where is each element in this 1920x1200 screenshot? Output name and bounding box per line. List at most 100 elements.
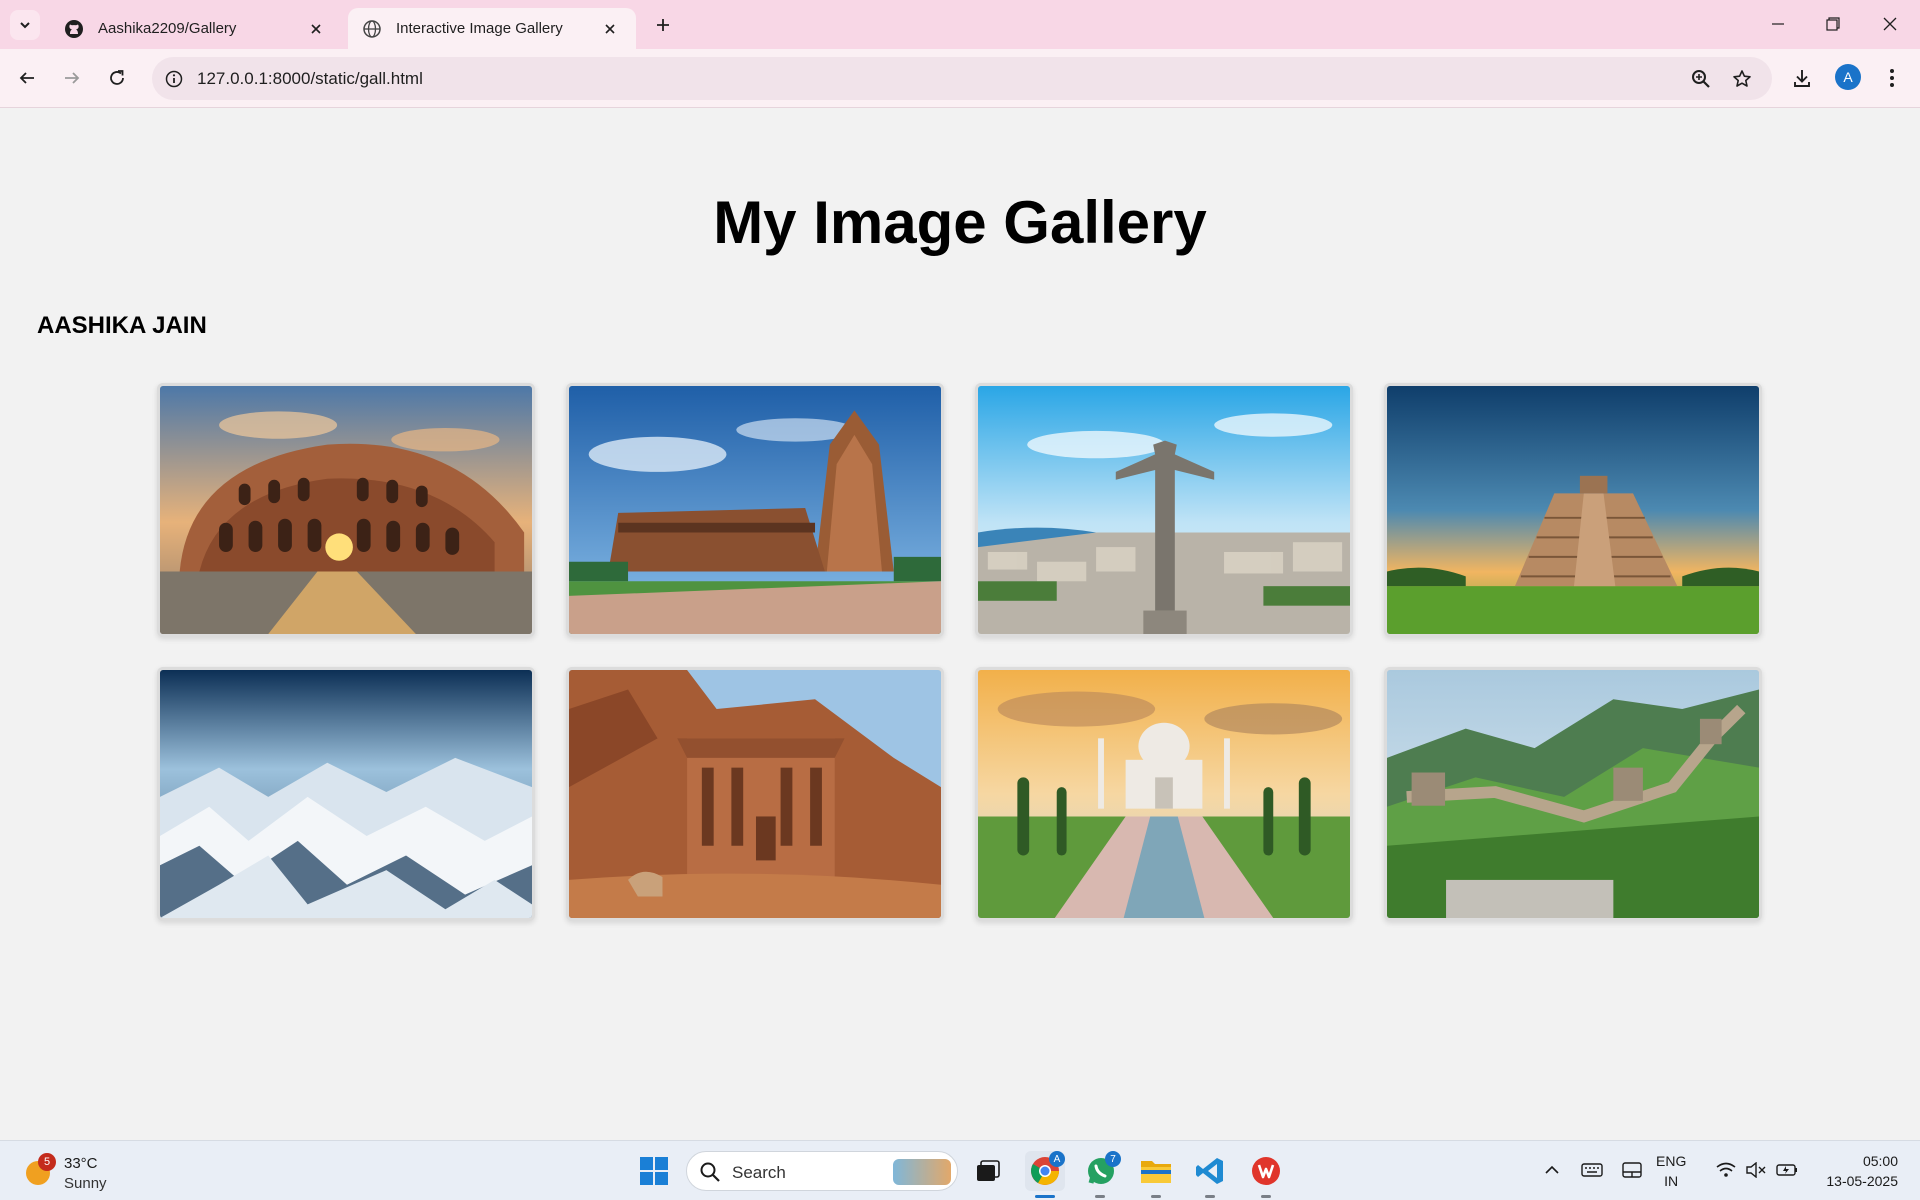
running-indicator: [1205, 1195, 1215, 1198]
github-icon: [64, 19, 84, 39]
close-tab-icon[interactable]: [304, 17, 328, 41]
great-wall-photo: [1387, 670, 1759, 918]
downloads-button[interactable]: [1786, 62, 1818, 94]
page-title: My Image Gallery: [713, 189, 1207, 256]
page-content: My Image Gallery AASHIKA JAIN: [0, 109, 1920, 1140]
vscode-icon: [1196, 1158, 1223, 1184]
whatsapp-unread-badge: 7: [1105, 1151, 1121, 1167]
minimize-icon: [1772, 23, 1784, 25]
back-button[interactable]: [11, 62, 43, 94]
keyboard-tray-icon[interactable]: [1580, 1155, 1604, 1185]
taskbar-chrome[interactable]: A: [1025, 1151, 1065, 1191]
chichen-itza-pyramid-photo: [1387, 386, 1759, 634]
download-icon: [1794, 70, 1810, 87]
gallery-image-christ-statue[interactable]: [975, 383, 1353, 637]
active-indicator: [1035, 1195, 1055, 1198]
folder-icon: [1141, 1161, 1171, 1183]
close-icon: [1883, 17, 1897, 31]
touchpad-icon: [1622, 1162, 1642, 1178]
task-view-button[interactable]: [968, 1151, 1008, 1191]
zoom-icon[interactable]: [1688, 66, 1714, 92]
reload-button[interactable]: [101, 62, 133, 94]
touchpad-tray-icon[interactable]: [1620, 1155, 1644, 1185]
windows-logo-icon: [640, 1157, 668, 1185]
show-hidden-icons-button[interactable]: [1542, 1155, 1562, 1185]
christ-statue-photo: [978, 386, 1350, 634]
browser-toolbar: 127.0.0.1:8000/static/gall.html A: [0, 49, 1920, 108]
gallery-image-petra[interactable]: [566, 667, 944, 921]
arrow-right-icon: [65, 72, 80, 84]
system-clock[interactable]: 05:00 13-05-2025: [1810, 1151, 1898, 1191]
plus-icon: [657, 19, 669, 31]
volume-tray-icon[interactable]: [1744, 1155, 1768, 1185]
profile-badge-icon: A: [1049, 1151, 1065, 1167]
search-icon: [700, 1162, 720, 1182]
volume-muted-icon: [1746, 1162, 1766, 1178]
globe-icon: [362, 19, 382, 39]
weather-temperature: 33°C: [64, 1155, 98, 1172]
restore-icon: [1826, 17, 1840, 31]
search-highlight-image: [893, 1159, 951, 1185]
battery-charging-icon: [1776, 1164, 1797, 1176]
chevron-up-icon: [1545, 1165, 1559, 1174]
wifi-tray-icon[interactable]: [1714, 1155, 1738, 1185]
taj-mahal-photo: [978, 670, 1350, 918]
profile-avatar[interactable]: A: [1835, 64, 1861, 90]
running-indicator: [1095, 1195, 1105, 1198]
gallery-image-mountains[interactable]: [157, 667, 535, 921]
gallery-image-colosseum[interactable]: [157, 383, 535, 637]
petra-monastery-photo: [569, 670, 941, 918]
chevron-down-icon: [20, 22, 30, 29]
gallery-image-great-wall[interactable]: [1384, 667, 1762, 921]
new-tab-button[interactable]: [650, 12, 676, 38]
tab-github[interactable]: Aashika2209/Gallery: [50, 8, 342, 49]
clock-time: 05:00: [1862, 1153, 1898, 1169]
tab-interactive-image-gallery[interactable]: Interactive Image Gallery: [348, 8, 636, 49]
restore-button[interactable]: [1813, 8, 1853, 40]
start-button[interactable]: [634, 1151, 674, 1191]
task-view-icon: [977, 1160, 1000, 1181]
reload-icon: [110, 70, 124, 85]
brihadeeswarar-temple-photo: [569, 386, 941, 634]
colosseum-photo: [160, 386, 532, 634]
tab-title: Interactive Image Gallery: [396, 20, 563, 37]
gallery-image-temple[interactable]: [566, 383, 944, 637]
running-indicator: [1261, 1195, 1271, 1198]
gallery-image-taj-mahal[interactable]: [975, 667, 1353, 921]
forward-button[interactable]: [56, 62, 88, 94]
more-vertical-icon: [1890, 69, 1894, 87]
windows-taskbar: 5 33°C Sunny Search A 7 ENG IN 05:00 13-…: [0, 1140, 1920, 1200]
search-placeholder: Search: [732, 1163, 786, 1182]
clock-date: 13-05-2025: [1826, 1173, 1898, 1189]
bookmark-star-icon[interactable]: [1729, 66, 1755, 92]
taskbar-search-box[interactable]: Search: [686, 1151, 958, 1191]
notification-badge: 5: [38, 1153, 56, 1171]
close-tab-icon[interactable]: [598, 17, 622, 41]
running-indicator: [1151, 1195, 1161, 1198]
taskbar-whatsapp[interactable]: 7: [1081, 1151, 1121, 1191]
close-window-button[interactable]: [1870, 8, 1910, 40]
snowy-mountains-photo: [160, 670, 532, 918]
keyboard-icon: [1581, 1163, 1603, 1177]
taskbar-file-explorer[interactable]: [1136, 1151, 1176, 1191]
tab-title: Aashika2209/Gallery: [98, 20, 237, 37]
weather-condition: Sunny: [64, 1175, 107, 1192]
wps-office-icon: [1252, 1157, 1280, 1185]
url-text: 127.0.0.1:8000/static/gall.html: [197, 69, 423, 88]
site-info-icon[interactable]: [162, 67, 186, 91]
battery-tray-icon[interactable]: [1774, 1155, 1800, 1185]
tab-strip: Aashika2209/Gallery Interactive Image Ga…: [0, 0, 1920, 49]
minimize-button[interactable]: [1758, 8, 1798, 40]
tab-search-button[interactable]: [10, 10, 40, 40]
weather-widget[interactable]: 5 33°C Sunny: [24, 1149, 114, 1193]
menu-button[interactable]: [1876, 62, 1908, 94]
taskbar-vscode[interactable]: [1190, 1151, 1230, 1191]
wifi-icon: [1716, 1162, 1736, 1177]
address-bar[interactable]: 127.0.0.1:8000/static/gall.html: [152, 57, 1772, 100]
author-name: AASHIKA JAIN: [37, 312, 207, 339]
taskbar-wps-office[interactable]: [1246, 1151, 1286, 1191]
language-indicator[interactable]: ENG IN: [1656, 1151, 1686, 1191]
gallery-image-pyramid[interactable]: [1384, 383, 1762, 637]
arrow-left-icon: [19, 72, 34, 84]
region-code: IN: [1664, 1173, 1679, 1189]
